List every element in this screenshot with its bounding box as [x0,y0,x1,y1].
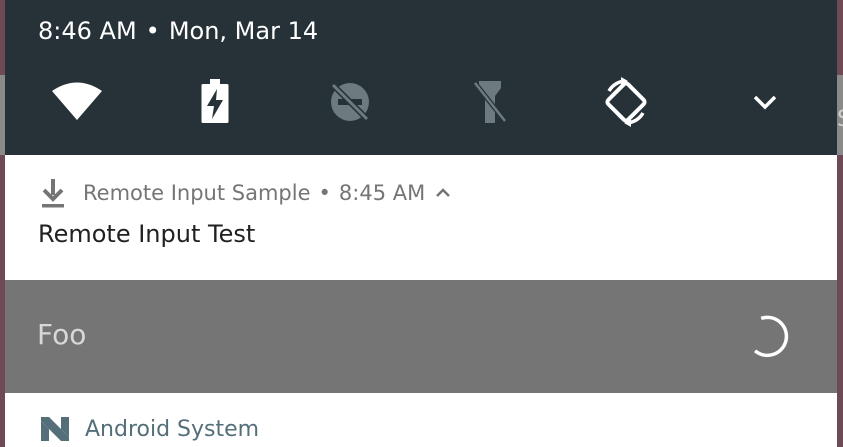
android-n-icon [41,417,69,441]
current-date: Mon, Mar 14 [168,17,319,45]
flashlight-off-icon [473,81,507,123]
do-not-disturb-off-icon [330,82,370,122]
auto-rotate-icon [605,77,647,127]
auto-rotate-tile[interactable] [598,77,654,127]
sending-spinner-icon [753,315,789,358]
battery-tile[interactable] [187,78,243,126]
dnd-tile[interactable] [322,78,378,126]
download-icon [42,179,64,208]
notification-header: Remote Input Sample • 8:45 AM [39,177,451,209]
quick-settings-row [5,77,837,127]
battery-charging-icon [201,79,229,123]
chevron-up-icon[interactable] [435,187,451,199]
reply-text: Foo [37,318,87,351]
chevron-down-icon [753,95,777,110]
status-datetime[interactable]: 8:46 AM • Mon, Mar 14 [38,14,318,48]
android-system-notification[interactable]: Android System [5,393,837,447]
notification-app-name: Android System [85,416,260,442]
notification-header: Android System [39,413,259,445]
notification-app-name: Remote Input Sample [83,181,311,205]
wifi-icon [52,82,102,120]
wifi-tile[interactable] [49,78,105,126]
notification-shade: 8:46 AM • Mon, Mar 14 Remote Input Sampl… [5,0,837,447]
notification-time: 8:45 AM [338,181,426,205]
expand-quick-settings-button[interactable] [737,78,793,126]
screen: S 8:46 AM • Mon, Mar 14 [0,0,843,447]
notification-title: Remote Input Test [38,220,256,248]
flashlight-tile[interactable] [462,78,518,126]
quick-settings-header: 8:46 AM • Mon, Mar 14 [5,0,837,155]
remote-input-reply-row[interactable]: Foo [5,280,837,393]
remote-input-notification[interactable]: Remote Input Sample • 8:45 AM Remote Inp… [5,155,837,280]
datetime-separator: • [145,17,160,45]
notification-header-separator: • [318,181,331,205]
clock-time: 8:46 AM [38,17,137,45]
background-app-glyph: S [837,108,843,132]
